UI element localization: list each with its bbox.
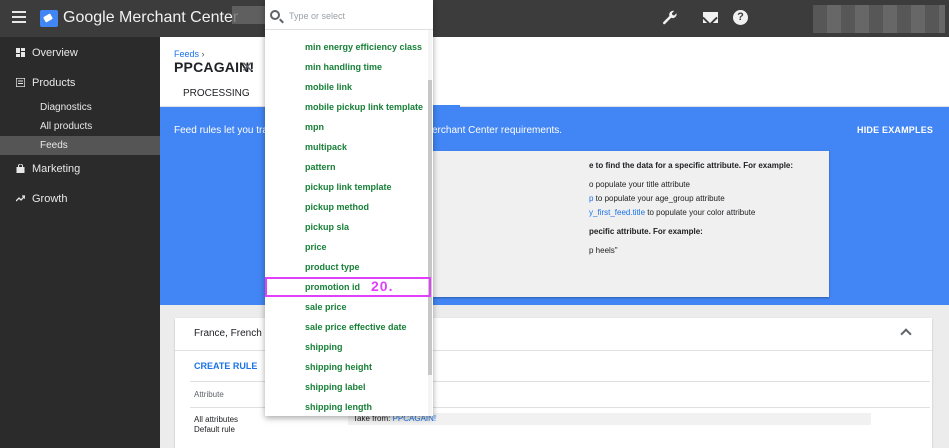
dropdown-item[interactable]: mpn [305, 117, 431, 137]
dropdown-item[interactable]: shipping label [305, 377, 431, 397]
chevron-up-icon[interactable] [900, 328, 912, 340]
merchant-center-logo-icon [40, 10, 58, 27]
sidebar: Overview Products Diagnostics All produc… [0, 37, 160, 448]
menu-icon[interactable] [12, 11, 26, 23]
dropdown-item[interactable]: product type [305, 257, 431, 277]
sidebar-item-label: Products [32, 77, 76, 89]
top-bar: Google Merchant Center ? [0, 0, 949, 37]
example-line: p heels" [589, 246, 618, 255]
example-line: o populate your title attribute [589, 180, 690, 189]
card-title: France, French [194, 328, 262, 339]
hide-examples-button[interactable]: HIDE EXAMPLES [857, 125, 933, 135]
dropdown-item[interactable]: shipping [305, 337, 431, 357]
sidebar-item-feeds[interactable]: Feeds [0, 136, 160, 155]
dropdown-item[interactable]: sale price [305, 297, 431, 317]
example-link[interactable]: y_first_feed.title [589, 208, 645, 217]
dropdown-item[interactable]: shipping height [305, 357, 431, 377]
dropdown-item[interactable]: mobile link [305, 77, 431, 97]
app-title: Google Merchant Center [63, 9, 239, 26]
dropdown-item[interactable]: shipping length [305, 397, 431, 416]
breadcrumb-feeds-link[interactable]: Feeds [174, 49, 199, 59]
sidebar-item-label: Overview [32, 47, 78, 59]
highlight-box [265, 277, 431, 297]
sidebar-item-overview[interactable]: Overview [0, 44, 160, 63]
dropdown-search [265, 0, 433, 30]
attribute-name: All attributes [194, 415, 239, 424]
banner-text: Feed rules let you tran [174, 125, 274, 136]
search-icon [270, 10, 280, 20]
user-account-area[interactable] [813, 5, 945, 33]
dashboard-icon [16, 48, 25, 57]
scrollbar-thumb[interactable] [428, 80, 432, 375]
example-heading: e to find the data for a specific attrib… [589, 161, 794, 170]
trending-up-icon [16, 195, 25, 202]
search-input[interactable] [289, 8, 423, 24]
examples-panel: e to find the data for a specific attrib… [433, 151, 829, 297]
dropdown-item[interactable]: pickup sla [305, 217, 431, 237]
table-row-attribute[interactable]: All attributes Default rule [194, 415, 238, 435]
dropdown-item[interactable]: price [305, 237, 431, 257]
sidebar-item-diagnostics[interactable]: Diagnostics [0, 98, 160, 117]
dropdown-item[interactable]: sale price effective date [305, 317, 431, 337]
example-heading: pecific attribute. For example: [589, 227, 703, 236]
close-icon[interactable]: ✕ [241, 58, 254, 76]
attribute-dropdown[interactable]: min energy efficiency classmin handling … [265, 0, 433, 416]
create-rule-button[interactable]: CREATE RULE [194, 361, 257, 371]
sidebar-item-label: Growth [32, 193, 68, 205]
dropdown-item[interactable]: pickup link template [305, 177, 431, 197]
sidebar-item-label: Marketing [32, 163, 81, 175]
tab-processing[interactable]: PROCESSING [183, 88, 250, 99]
example-line: p to populate your age_group attribute [589, 194, 725, 203]
sidebar-item-label: All products [40, 121, 93, 132]
sidebar-item-label: Feeds [40, 140, 68, 151]
mail-icon[interactable] [703, 12, 718, 23]
wrench-icon[interactable] [662, 10, 678, 26]
shopping-bag-icon [16, 164, 25, 173]
breadcrumb-separator: › [201, 49, 205, 59]
help-icon[interactable]: ? [733, 10, 748, 25]
sidebar-item-growth[interactable]: Growth [0, 190, 160, 209]
banner-text-continued: erchant Center requirements. [432, 125, 563, 136]
sidebar-item-marketing[interactable]: Marketing [0, 160, 160, 179]
dropdown-item[interactable]: multipack [305, 137, 431, 157]
dropdown-item[interactable]: min energy efficiency class [305, 37, 431, 57]
sidebar-item-all-products[interactable]: All products [0, 117, 160, 136]
attribute-subtitle: Default rule [194, 425, 235, 434]
breadcrumb[interactable]: Feeds › [174, 49, 205, 59]
sidebar-item-products[interactable]: Products [0, 74, 160, 93]
dropdown-item[interactable]: pickup method [305, 197, 431, 217]
example-line: y_first_feed.title to populate your colo… [589, 208, 756, 217]
account-selector[interactable] [232, 6, 266, 24]
step-number-badge: 20. [371, 278, 394, 294]
dropdown-item[interactable]: pattern [305, 157, 431, 177]
dropdown-scrollbar[interactable] [428, 30, 432, 416]
column-header-attribute: Attribute [194, 390, 224, 399]
sidebar-item-label: Diagnostics [40, 102, 92, 113]
dropdown-item[interactable]: mobile pickup link template [305, 97, 431, 117]
list-icon [16, 78, 25, 87]
dropdown-item[interactable]: min handling time [305, 57, 431, 77]
